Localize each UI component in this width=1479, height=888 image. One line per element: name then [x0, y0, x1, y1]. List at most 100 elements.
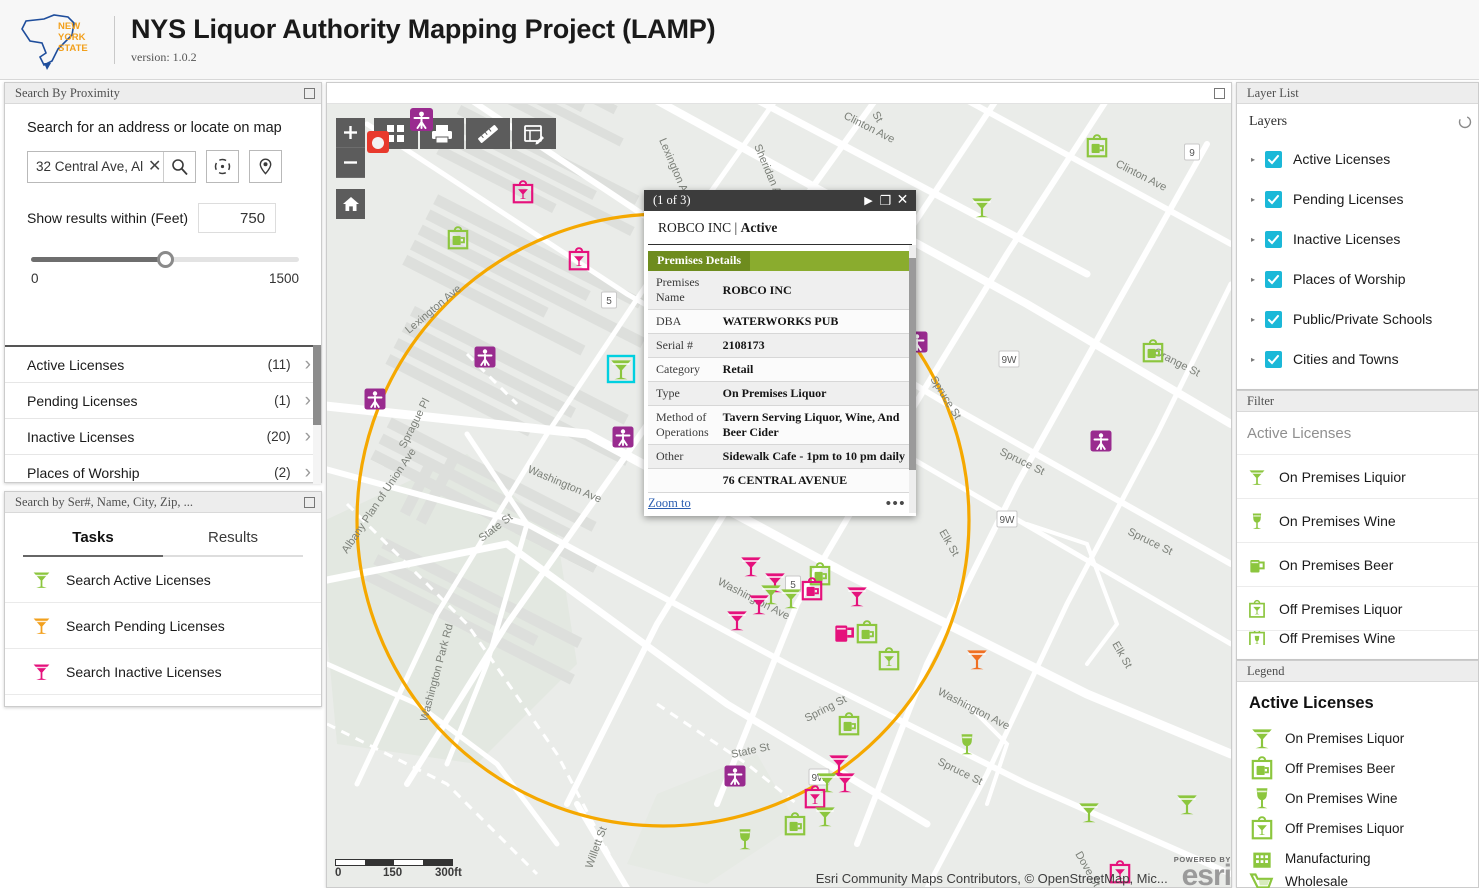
zoom-out-button[interactable]: [336, 148, 365, 178]
layer-visibility-checkbox[interactable]: [1265, 310, 1282, 328]
map-marker-martini[interactable]: [727, 611, 747, 631]
map-marker-martini[interactable]: [847, 587, 867, 607]
map-marker-person[interactable]: [364, 388, 386, 410]
map-marker-martini[interactable]: [749, 595, 769, 615]
tasks-maximize-button[interactable]: [304, 496, 315, 508]
map-marker-bag-beer[interactable]: [838, 712, 860, 736]
chevron-right-icon[interactable]: ›: [305, 427, 311, 446]
proximity-maximize-button[interactable]: [304, 87, 315, 99]
filter-item[interactable]: On Premises Beer: [1237, 543, 1478, 587]
map-marker-bag-martini[interactable]: [512, 180, 534, 204]
print-button[interactable]: [410, 108, 464, 149]
map-marker-bag-beer[interactable]: [784, 812, 806, 836]
chevron-right-icon[interactable]: ▸: [1251, 235, 1265, 244]
measure-button[interactable]: [466, 118, 510, 149]
task-row[interactable]: Search Active Licenses: [5, 557, 321, 603]
chevron-right-icon[interactable]: ▸: [1251, 315, 1265, 324]
popup-next-feature-icon[interactable]: ▶: [860, 194, 877, 207]
feature-popup[interactable]: (1 of 3) ▶ ❐ ✕ ROBCO INC | Active Premis…: [644, 190, 916, 516]
map-marker-martini[interactable]: [815, 807, 835, 827]
proximity-result-row[interactable]: Active Licenses (11) ›: [5, 347, 321, 383]
chevron-right-icon[interactable]: ▸: [1251, 355, 1265, 364]
clear-search-icon[interactable]: ✕: [146, 158, 163, 175]
layer-list-item-pending-licenses[interactable]: ▸ Pending Licenses: [1237, 179, 1478, 219]
proximity-result-row[interactable]: Inactive Licenses (20) ›: [5, 419, 321, 455]
distance-slider[interactable]: 0 1500: [27, 251, 303, 286]
task-row[interactable]: Search Pending Licenses: [5, 603, 321, 649]
layer-visibility-checkbox[interactable]: [1265, 350, 1282, 368]
slider-handle[interactable]: [157, 251, 174, 268]
popup-maximize-icon[interactable]: ❐: [877, 193, 894, 209]
map-marker-martini[interactable]: [741, 557, 761, 577]
map-marker-martini[interactable]: [835, 773, 855, 793]
search-icon[interactable]: [164, 152, 195, 182]
layer-list-item-public-private-schools[interactable]: ▸ Public/Private Schools: [1237, 299, 1478, 339]
popup-close-icon[interactable]: ✕: [894, 192, 911, 209]
results-scrollbar[interactable]: [313, 345, 321, 484]
map-panel[interactable]: Clinton Ave Clinton Ave Sheridan Ave Lexing…: [326, 82, 1232, 888]
home-button[interactable]: [336, 189, 365, 219]
address-search-box[interactable]: ✕: [27, 150, 196, 183]
map-marker-martini[interactable]: [761, 585, 781, 605]
chevron-right-icon[interactable]: ›: [305, 391, 311, 410]
map-marker-bag-beer[interactable]: [1086, 134, 1108, 158]
map-marker-wine[interactable]: [739, 829, 751, 850]
map-marker-bag-beer[interactable]: [447, 226, 469, 250]
chevron-right-icon[interactable]: ▸: [1251, 155, 1265, 164]
layer-list-item-inactive-licenses[interactable]: ▸ Inactive Licenses: [1237, 219, 1478, 259]
map-marker-person[interactable]: [474, 346, 496, 368]
layer-visibility-checkbox[interactable]: [1265, 230, 1282, 248]
layer-list-item-places-of-worship[interactable]: ▸ Places of Worship: [1237, 259, 1478, 299]
filter-item[interactable]: Off Premises Wine: [1237, 631, 1478, 645]
popup-more-actions-icon[interactable]: •••: [886, 496, 906, 511]
map-marker-bag-martini[interactable]: [568, 247, 590, 271]
layer-label[interactable]: Cities and Towns: [1293, 351, 1399, 367]
popup-scrollbar[interactable]: [909, 245, 916, 513]
map-marker-martini[interactable]: [967, 650, 987, 670]
layer-label[interactable]: Pending Licenses: [1293, 191, 1404, 207]
map-marker-martini[interactable]: [972, 198, 992, 218]
tab-premises-details[interactable]: Premises Details: [648, 251, 751, 271]
filter-item[interactable]: Off Premises Liquor: [1237, 587, 1478, 631]
map-marker-person[interactable]: [1090, 430, 1112, 452]
locate-me-button[interactable]: [206, 150, 239, 183]
layer-visibility-checkbox[interactable]: [1265, 190, 1282, 208]
map-marker-bag-beer[interactable]: [801, 577, 823, 601]
zoom-to-link[interactable]: Zoom to: [648, 496, 691, 511]
layer-label[interactable]: Inactive Licenses: [1293, 231, 1400, 247]
map-marker-bag-beer[interactable]: [856, 620, 878, 644]
layer-label[interactable]: Active Licenses: [1293, 151, 1390, 167]
map-marker-beer-mug[interactable]: [835, 625, 854, 642]
chevron-right-icon[interactable]: ›: [305, 463, 311, 482]
chevron-right-icon[interactable]: ▸: [1251, 195, 1265, 204]
layer-visibility-checkbox[interactable]: [1265, 270, 1282, 288]
map-marker-person[interactable]: [724, 765, 746, 787]
proximity-result-row[interactable]: Pending Licenses (1) ›: [5, 383, 321, 419]
map-marker-wine[interactable]: [961, 734, 973, 755]
filter-item[interactable]: On Premises Liquior: [1237, 455, 1478, 499]
search-input[interactable]: [28, 159, 146, 174]
filter-item[interactable]: On Premises Wine: [1237, 499, 1478, 543]
map-marker-martini[interactable]: [1177, 795, 1197, 815]
proximity-result-row[interactable]: Places of Worship (2) ›: [5, 455, 321, 482]
slider-track[interactable]: [31, 251, 299, 268]
map-marker-bag-martini[interactable]: [878, 647, 900, 671]
map-marker-person[interactable]: [612, 426, 634, 448]
tab-tasks[interactable]: Tasks: [23, 523, 163, 555]
layer-label[interactable]: Places of Worship: [1293, 271, 1406, 287]
map-marker-martini[interactable]: [781, 589, 801, 609]
chevron-right-icon[interactable]: ▸: [1251, 275, 1265, 284]
chevron-right-icon[interactable]: ›: [305, 355, 311, 374]
drop-pin-button[interactable]: [249, 150, 282, 183]
map-marker-martini[interactable]: [829, 755, 849, 775]
map-marker-martini[interactable]: [1079, 803, 1099, 823]
within-distance-input[interactable]: [198, 203, 277, 233]
scrollbar-thumb[interactable]: [313, 345, 321, 425]
map-marker-martini[interactable]: [606, 354, 636, 384]
layer-visibility-checkbox[interactable]: [1265, 150, 1282, 168]
layer-list-item-active-licenses[interactable]: ▸ Active Licenses: [1237, 139, 1478, 179]
task-row[interactable]: Search Inactive Licenses: [5, 649, 321, 695]
zoom-in-button[interactable]: [336, 118, 365, 148]
layer-list-item-cities-and-towns[interactable]: ▸ Cities and Towns: [1237, 339, 1478, 379]
map-marker-bag-beer[interactable]: [1142, 339, 1164, 363]
